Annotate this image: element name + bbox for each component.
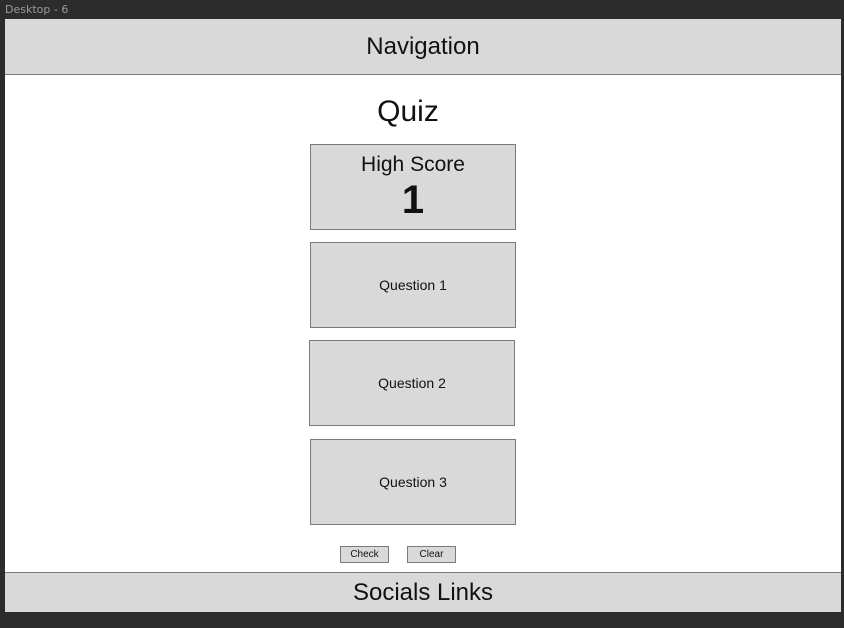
page-title: Quiz xyxy=(377,95,439,128)
question-label: Question 1 xyxy=(379,277,447,293)
question-card-2[interactable]: Question 2 xyxy=(309,340,515,426)
high-score-label: High Score xyxy=(361,153,465,176)
question-label: Question 3 xyxy=(379,474,447,490)
high-score-value: 1 xyxy=(401,178,425,222)
question-card-1[interactable]: Question 1 xyxy=(310,242,516,328)
check-button[interactable]: Check xyxy=(340,546,389,563)
question-card-3[interactable]: Question 3 xyxy=(310,439,516,525)
navigation-bar[interactable]: Navigation xyxy=(5,19,841,75)
frame-label: Desktop - 6 xyxy=(5,3,69,16)
clear-button[interactable]: Clear xyxy=(407,546,456,563)
high-score-card: High Score 1 xyxy=(310,144,516,230)
desktop-frame: Navigation Quiz High Score 1 Question 1 … xyxy=(5,19,841,612)
navigation-label: Navigation xyxy=(366,32,480,60)
question-label: Question 2 xyxy=(378,375,446,391)
socials-label: Socials Links xyxy=(352,578,494,606)
socials-footer[interactable]: Socials Links xyxy=(5,572,841,612)
